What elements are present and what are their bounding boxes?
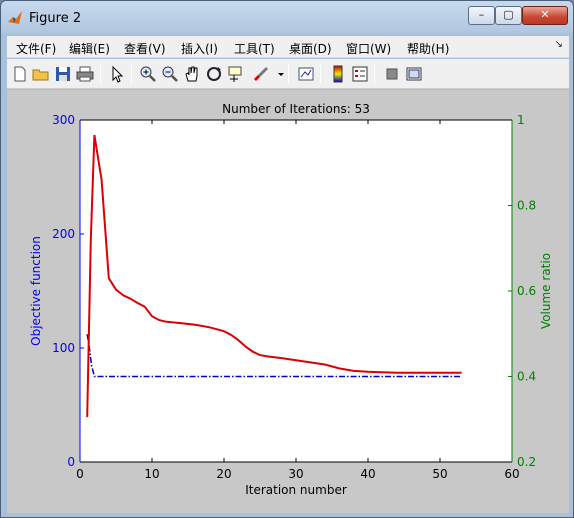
show-plot-tools-icon[interactable] xyxy=(404,64,424,84)
colorbar-icon[interactable] xyxy=(328,64,348,84)
menu-insert[interactable]: 插入(I) xyxy=(181,40,218,57)
brush-icon[interactable] xyxy=(251,64,271,84)
y-right-tick-label: 0.6 xyxy=(517,284,536,298)
minimize-button[interactable]: – xyxy=(468,6,495,25)
matlab-logo-icon xyxy=(7,10,23,26)
y-right-axis-label: Volume ratio xyxy=(539,253,553,329)
x-axis-label: Iteration number xyxy=(245,483,347,497)
x-tick-label: 40 xyxy=(360,467,375,481)
new-file-icon[interactable] xyxy=(10,64,30,84)
title-bar[interactable]: Figure 2 – ▢ ✕ xyxy=(1,1,573,35)
menu-tools[interactable]: 工具(T) xyxy=(234,40,275,57)
zoom-in-icon[interactable] xyxy=(138,64,158,84)
close-button[interactable]: ✕ xyxy=(522,6,568,25)
zoom-out-icon[interactable] xyxy=(160,64,180,84)
hide-plot-tools-icon[interactable] xyxy=(382,64,402,84)
menu-bar: 文件(F) 编辑(E) 查看(V) 插入(I) 工具(T) 桌面(D) 窗口(W… xyxy=(7,36,569,58)
axes-background xyxy=(80,120,512,462)
menu-view[interactable]: 查看(V) xyxy=(124,40,166,57)
y-left-axis-label: Objective function xyxy=(29,236,43,346)
menu-file[interactable]: 文件(F) xyxy=(16,40,56,57)
menu-window[interactable]: 窗口(W) xyxy=(346,40,391,57)
data-cursor-icon[interactable] xyxy=(226,64,246,84)
menu-help[interactable]: 帮助(H) xyxy=(407,40,449,57)
print-icon[interactable] xyxy=(75,64,95,84)
legend-icon[interactable] xyxy=(350,64,370,84)
y-right-tick-label: 0.2 xyxy=(517,455,536,469)
y-left-tick-label: 300 xyxy=(52,113,75,127)
link-plot-icon[interactable] xyxy=(296,64,316,84)
brush-dropdown-icon[interactable] xyxy=(271,64,284,84)
window-title: Figure 2 xyxy=(29,11,82,26)
y-right-tick-label: 0.4 xyxy=(517,370,536,384)
y-left-tick-label: 0 xyxy=(67,455,75,469)
x-tick-label: 60 xyxy=(504,467,519,481)
pan-hand-icon[interactable] xyxy=(182,64,202,84)
toolbar-separator xyxy=(374,64,375,84)
toolbar-separator xyxy=(131,64,132,84)
toolbar-separator xyxy=(288,64,289,84)
save-icon[interactable] xyxy=(53,64,73,84)
x-tick-label: 50 xyxy=(432,467,447,481)
maximize-button[interactable]: ▢ xyxy=(495,6,522,25)
x-tick-label: 30 xyxy=(288,467,303,481)
y-right-tick-label: 0.8 xyxy=(517,199,536,213)
plot-svg[interactable]: Number of Iterations: 530 10 20 30 40 50 60Ite… xyxy=(6,89,568,512)
y-left-tick-label: 200 xyxy=(52,227,75,241)
x-tick-label: 10 xyxy=(144,467,159,481)
y-left-tick-label: 100 xyxy=(52,341,75,355)
open-folder-icon[interactable] xyxy=(31,64,51,84)
pointer-icon[interactable] xyxy=(107,64,127,84)
menu-desktop[interactable]: 桌面(D) xyxy=(289,40,332,57)
menu-dock-arrow-icon[interactable]: ↘ xyxy=(555,39,563,50)
x-tick-label: 20 xyxy=(216,467,231,481)
rotate-3d-icon[interactable] xyxy=(204,64,224,84)
toolbar-separator xyxy=(320,64,321,84)
x-tick-label: 0 xyxy=(76,467,84,481)
toolbar xyxy=(7,59,569,89)
y-right-tick-label: 1 xyxy=(517,113,525,127)
menu-edit[interactable]: 编辑(E) xyxy=(69,40,110,57)
toolbar-separator xyxy=(100,64,101,84)
chart-title: Number of Iterations: 53 xyxy=(222,102,370,116)
